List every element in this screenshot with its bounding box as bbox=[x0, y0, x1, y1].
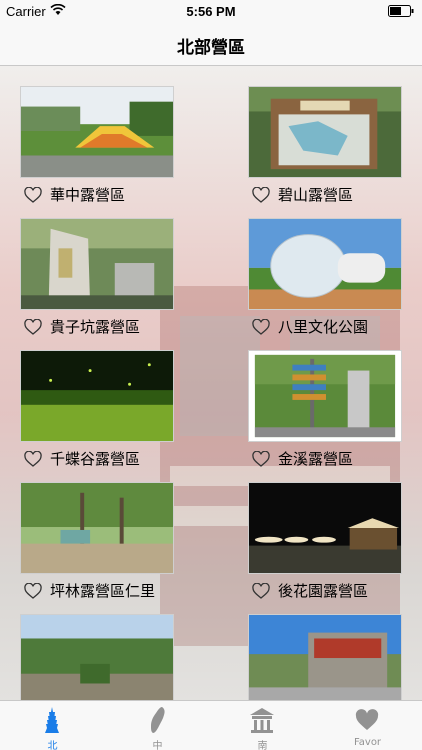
page-title: 北部營區 bbox=[177, 38, 245, 58]
campsite-card[interactable]: 八里文化公園 bbox=[248, 218, 404, 344]
campsite-card[interactable] bbox=[248, 614, 404, 700]
taiwan-map-icon bbox=[151, 707, 165, 733]
campsite-photo[interactable] bbox=[20, 350, 174, 442]
status-bar: Carrier 5:56 PM bbox=[0, 0, 422, 22]
campsite-photo[interactable] bbox=[248, 86, 402, 178]
campsite-card[interactable]: 金溪露營區 bbox=[248, 350, 404, 476]
campsite-list[interactable]: 華中露營區 碧山露營區 貴子坑露營區 八里文化公園 千蝶谷露營區 金溪露營區 坪… bbox=[0, 66, 422, 700]
campsite-name: 碧山露營區 bbox=[278, 186, 354, 204]
favorite-heart-icon[interactable] bbox=[252, 451, 270, 467]
battery-icon bbox=[388, 5, 414, 17]
tab-south[interactable]: 南 bbox=[210, 701, 315, 750]
campsite-photo[interactable] bbox=[248, 218, 402, 310]
campsite-name: 坪林露營區仁里 bbox=[50, 582, 156, 600]
campsite-photo[interactable] bbox=[248, 350, 402, 442]
tab-label: 北 bbox=[47, 741, 58, 750]
navigation-bar: 北部營區 bbox=[0, 22, 422, 66]
taipei101-icon bbox=[45, 707, 59, 733]
campsite-name: 貴子坑露營區 bbox=[50, 318, 141, 336]
favorite-heart-icon[interactable] bbox=[252, 187, 270, 203]
campsite-photo[interactable] bbox=[248, 482, 402, 574]
favorite-heart-icon[interactable] bbox=[252, 583, 270, 599]
campsite-name: 八里文化公園 bbox=[278, 318, 369, 336]
campsite-card[interactable]: 坪林露營區仁里 bbox=[20, 482, 176, 608]
campsite-photo[interactable] bbox=[20, 218, 174, 310]
campsite-name: 華中露營區 bbox=[50, 186, 126, 204]
campsite-card[interactable]: 碧山露營區 bbox=[248, 86, 404, 212]
favorite-heart-icon[interactable] bbox=[24, 319, 42, 335]
campsite-photo[interactable] bbox=[248, 614, 402, 700]
tab-label: Favor bbox=[353, 737, 382, 748]
temple-icon bbox=[250, 708, 274, 733]
campsite-card[interactable]: 千蝶谷露營區 bbox=[20, 350, 176, 476]
favorite-heart-icon[interactable] bbox=[252, 319, 270, 335]
favorite-heart-icon[interactable] bbox=[24, 451, 42, 467]
campsite-name: 後花園露營區 bbox=[278, 582, 369, 600]
status-time: 5:56 PM bbox=[186, 4, 236, 19]
tab-favorites[interactable]: Favor bbox=[315, 701, 420, 750]
campsite-photo[interactable] bbox=[20, 482, 174, 574]
campsite-name: 金溪露營區 bbox=[278, 450, 354, 468]
campsite-card[interactable]: 後花園露營區 bbox=[248, 482, 404, 608]
campsite-card[interactable]: 華中露營區 bbox=[20, 86, 176, 212]
favorite-heart-icon[interactable] bbox=[24, 187, 42, 203]
campsite-card[interactable] bbox=[20, 614, 176, 700]
tab-bar: 北 中 南 Favor bbox=[0, 700, 422, 750]
tab-label: 南 bbox=[257, 741, 268, 750]
tab-label: 中 bbox=[152, 741, 163, 750]
campsite-card[interactable]: 貴子坑露營區 bbox=[20, 218, 176, 344]
campsite-name: 千蝶谷露營區 bbox=[50, 450, 141, 468]
favorite-heart-icon[interactable] bbox=[24, 583, 42, 599]
campsite-photo[interactable] bbox=[20, 614, 174, 700]
tab-central[interactable]: 中 bbox=[105, 701, 210, 750]
heart-icon bbox=[355, 709, 379, 730]
tab-north[interactable]: 北 bbox=[0, 701, 105, 750]
campsite-photo[interactable] bbox=[20, 86, 174, 178]
